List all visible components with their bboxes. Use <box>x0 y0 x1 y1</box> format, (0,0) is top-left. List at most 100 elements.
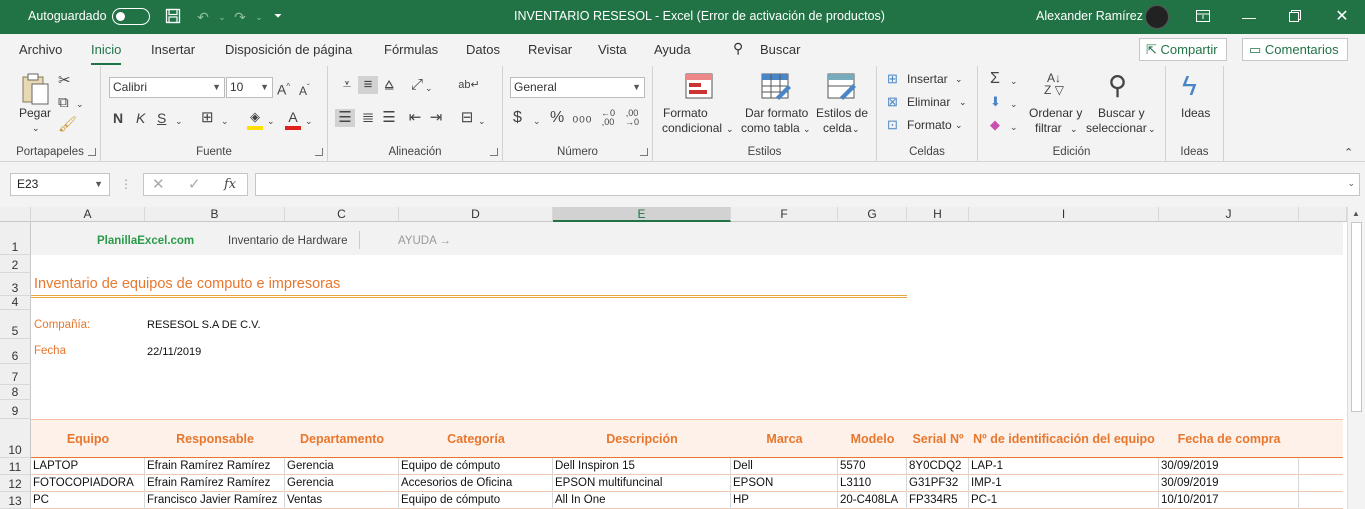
row-header-11[interactable]: 11 <box>0 458 31 475</box>
row-header-7[interactable]: 7 <box>0 364 31 385</box>
align-top-icon[interactable]: ⩡ <box>337 76 357 94</box>
th-descripcion[interactable]: Descripción <box>553 432 731 446</box>
increase-decimal-icon[interactable]: ←0,00 <box>601 109 615 127</box>
row-header-4[interactable]: 4 <box>0 295 31 310</box>
italic-button[interactable]: K <box>136 109 145 127</box>
row-header-3[interactable]: 3 <box>0 273 31 296</box>
avatar[interactable] <box>1145 5 1169 29</box>
table-cell[interactable]: 8Y0CDQ2 <box>907 458 969 475</box>
col-header-h[interactable]: H <box>907 207 969 222</box>
col-header-a[interactable]: A <box>31 207 145 222</box>
font-name-select[interactable]: Calibri ▼ <box>109 77 225 98</box>
align-middle-icon[interactable]: ≡ <box>358 76 378 94</box>
cell-styles-label-2[interactable]: celda <box>823 121 852 136</box>
scroll-up-icon[interactable]: ▲ <box>1352 209 1360 218</box>
date-value[interactable]: 22/11/2019 <box>145 344 201 360</box>
table-cell[interactable]: 10/10/2017 <box>1159 492 1299 509</box>
th-equipo[interactable]: Equipo <box>31 432 145 446</box>
cell-styles-dropdown-icon[interactable]: ⌄ <box>852 122 860 137</box>
autosum-icon[interactable]: Σ <box>990 70 1000 88</box>
copy-icon[interactable]: ⧉ <box>58 94 69 112</box>
undo-icon[interactable]: ↶ <box>193 8 213 26</box>
cut-icon[interactable]: ✂ <box>58 72 71 90</box>
orientation-icon[interactable]: ⤢ <box>407 76 427 94</box>
percent-icon[interactable]: % <box>550 109 564 127</box>
copy-dropdown-icon[interactable]: ⌄ <box>76 95 84 113</box>
table-cell[interactable]: FP334R5 <box>907 492 969 509</box>
autosave-toggle[interactable] <box>112 8 150 25</box>
col-header-k[interactable] <box>1299 207 1347 222</box>
table-cell[interactable]: All In One <box>553 492 731 509</box>
table-cell[interactable]: EPSON <box>731 475 838 492</box>
cell-styles-label-1[interactable]: Estilos de <box>816 106 868 121</box>
worksheet[interactable]: A B C D E F G H I J 1 2 3 4 5 6 7 8 9 10… <box>0 207 1365 509</box>
collapse-ribbon-icon[interactable]: ⌃ <box>1344 144 1353 162</box>
underline-button[interactable]: S <box>157 109 166 127</box>
undo-dropdown-icon[interactable]: ⌄ <box>212 8 232 26</box>
conditional-format-dropdown-icon[interactable]: ⌄ <box>726 122 734 137</box>
customize-toolbar-icon[interactable]: ⏷ <box>268 8 288 26</box>
table-cell[interactable]: HP <box>731 492 838 509</box>
conditional-format-icon[interactable] <box>685 72 715 102</box>
tab-formulas[interactable]: Fórmulas <box>384 42 438 57</box>
th-responsable[interactable]: Responsable <box>145 432 285 446</box>
format-cells-icon[interactable]: ⊡ <box>887 116 898 134</box>
wrap-text-icon[interactable]: ab↵ <box>458 76 480 94</box>
table-cell[interactable]: Equipo de cómputo <box>399 458 553 475</box>
align-right-icon[interactable]: ☰ <box>379 109 399 127</box>
thousands-separator-icon[interactable]: ₀₀₀ <box>572 108 592 126</box>
minimize-icon[interactable]: — <box>1226 0 1272 34</box>
number-format-select[interactable]: General ▼ <box>510 77 645 98</box>
align-left-icon[interactable]: ☰ <box>335 109 355 127</box>
col-header-d[interactable]: D <box>399 207 553 222</box>
insert-cells-icon[interactable]: ⊞ <box>887 70 898 88</box>
share-button[interactable]: ⇱ Compartir <box>1139 38 1227 61</box>
row-header-10[interactable]: 10 <box>0 419 31 458</box>
tab-vista[interactable]: Vista <box>598 42 627 57</box>
decrease-decimal-icon[interactable]: ,00 →0 <box>625 109 639 127</box>
ideas-label[interactable]: Ideas <box>1181 106 1210 121</box>
table-cell[interactable]: LAP-1 <box>969 458 1159 475</box>
find-icon[interactable]: ⚲ <box>1108 70 1127 100</box>
table-cell[interactable]: EPSON multifuncinal <box>553 475 731 492</box>
restore-icon[interactable] <box>1272 0 1318 34</box>
merge-dropdown-icon[interactable]: ⌄ <box>478 112 486 130</box>
col-header-i[interactable]: I <box>969 207 1159 222</box>
tab-revisar[interactable]: Revisar <box>528 42 572 57</box>
row-header-5[interactable]: 5 <box>0 310 31 339</box>
table-cell[interactable]: Francisco Javier Ramírez <box>145 492 285 509</box>
th-serial[interactable]: Serial Nº <box>907 432 969 446</box>
th-id-equipo[interactable]: Nº de identificación del equipo <box>969 432 1159 446</box>
scroll-thumb[interactable] <box>1351 222 1362 412</box>
table-cell[interactable]: PC-1 <box>969 492 1159 509</box>
search-icon[interactable]: ⚲ <box>733 40 743 57</box>
align-bottom-icon[interactable]: ⩠ <box>379 76 399 94</box>
align-center-icon[interactable]: ≣ <box>358 109 378 127</box>
row-header-8[interactable]: 8 <box>0 385 31 400</box>
borders-icon[interactable]: ⊞ <box>201 109 214 127</box>
delete-cells-icon[interactable]: ⊠ <box>887 93 898 111</box>
autosum-dropdown-icon[interactable]: ⌄ <box>1010 72 1018 90</box>
col-header-f[interactable]: F <box>731 207 838 222</box>
table-cell[interactable]: Efrain Ramírez Ramírez <box>145 458 285 475</box>
insert-cells-label[interactable]: Insertar <box>907 72 948 87</box>
format-as-table-icon[interactable] <box>761 72 791 102</box>
increase-indent-icon[interactable]: ⇥ <box>426 109 446 127</box>
th-categoria[interactable]: Categoría <box>399 432 553 446</box>
help-link[interactable]: AYUDA → <box>396 233 451 249</box>
col-header-c[interactable]: C <box>285 207 399 222</box>
clear-icon[interactable]: ◆ <box>990 116 1000 134</box>
table-cell[interactable]: Equipo de cómputo <box>399 492 553 509</box>
user-name[interactable]: Alexander Ramírez <box>1036 9 1143 23</box>
table-cell[interactable]: Ventas <box>285 492 399 509</box>
table-cell[interactable]: Efrain Ramírez Ramírez <box>145 475 285 492</box>
cell-styles-icon[interactable] <box>827 72 857 102</box>
select-all-corner[interactable] <box>0 207 31 222</box>
fill-color-dropdown-icon[interactable]: ⌄ <box>267 112 275 130</box>
tab-datos[interactable]: Datos <box>466 42 500 57</box>
table-cell[interactable]: Gerencia <box>285 458 399 475</box>
table-cell[interactable]: LAPTOP <box>31 458 145 475</box>
decrease-indent-icon[interactable]: ⇤ <box>405 109 425 127</box>
tab-archivo[interactable]: Archivo <box>19 42 62 57</box>
font-color-dropdown-icon[interactable]: ⌄ <box>305 112 313 130</box>
